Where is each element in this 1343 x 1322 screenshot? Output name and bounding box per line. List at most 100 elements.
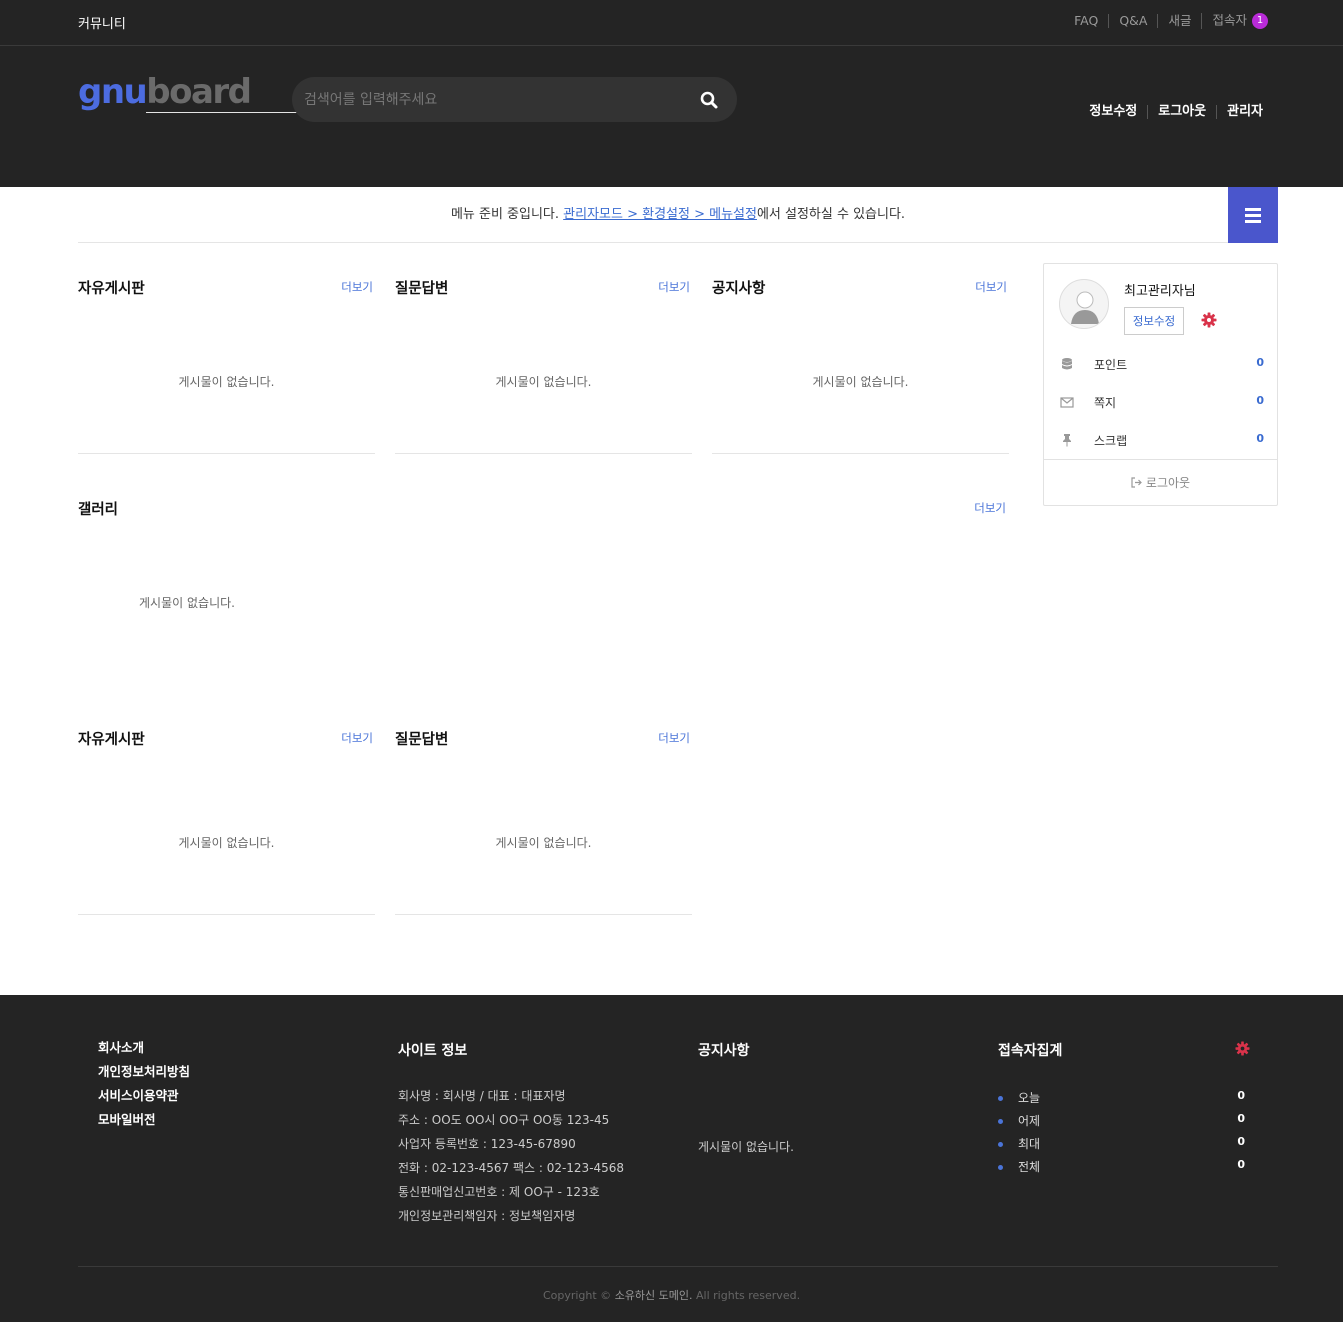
database-icon xyxy=(1062,358,1072,370)
visitor-value: 0 xyxy=(1237,1089,1245,1102)
notice-suffix: 에서 설정하실 수 있습니다. xyxy=(756,207,906,222)
board-notice: 공지사항 더보기 게시물이 없습니다. xyxy=(712,277,1009,454)
visitor-value: 0 xyxy=(1237,1112,1245,1125)
bullet-icon xyxy=(998,1165,1003,1170)
qa-link[interactable]: Q&A xyxy=(1108,14,1157,28)
profile-row-points[interactable]: 포인트 0 xyxy=(1060,354,1264,374)
visitor-label: 어제 xyxy=(1018,1114,1041,1128)
hamburger-icon-mid xyxy=(1245,214,1261,217)
search-input[interactable] xyxy=(304,77,684,122)
admin-link[interactable]: 관리자 xyxy=(1216,105,1273,119)
empty-message: 게시물이 없습니다. xyxy=(139,596,235,610)
more-link[interactable]: 더보기 xyxy=(974,500,1006,516)
board-qa: 질문답변 더보기 게시물이 없습니다. xyxy=(395,277,692,454)
privacy-policy-link[interactable]: 개인정보처리방침 xyxy=(98,1064,190,1079)
footer-links: 회사소개 개인정보처리방침 서비스이용약관 모바일버전 xyxy=(98,1036,190,1132)
edit-info-link[interactable]: 정보수정 xyxy=(1079,105,1147,119)
more-link[interactable]: 더보기 xyxy=(341,730,373,746)
footer-notice: 공지사항 xyxy=(698,1040,750,1060)
profile-name: 최고관리자님 xyxy=(1124,284,1196,299)
board-free: 자유게시판 더보기 게시물이 없습니다. xyxy=(78,277,375,454)
notice-prefix: 메뉴 준비 중입니다. xyxy=(450,207,564,222)
site-info-line: 개인정보관리책임자 : 정보책임자명 xyxy=(398,1209,576,1223)
profile-box: 최고관리자님 정보수정 포인트 0 쪽지 0 스크랩 0 로그아웃 xyxy=(1043,263,1278,506)
board-title[interactable]: 공지사항 xyxy=(712,277,765,298)
board-qa-2: 질문답변 더보기 게시물이 없습니다. xyxy=(395,728,692,915)
board-title[interactable]: 자유게시판 xyxy=(78,728,145,749)
profile-row-scrap[interactable]: 스크랩 0 xyxy=(1060,430,1264,450)
more-link[interactable]: 더보기 xyxy=(658,730,690,746)
board-free-2: 자유게시판 더보기 게시물이 없습니다. xyxy=(78,728,375,915)
header: gnuboard 정보수정 로그아웃 관리자 xyxy=(0,46,1343,187)
community-link[interactable]: 커뮤니티 xyxy=(78,13,126,32)
site-info-line: 전화 : 02-123-4567 팩스 : 02-123-4568 xyxy=(398,1161,625,1175)
profile-row-label: 스크랩 xyxy=(1094,434,1128,448)
pin-icon xyxy=(1063,434,1071,447)
user-avatar-icon xyxy=(1071,291,1099,324)
search-icon[interactable] xyxy=(699,90,719,110)
profile-row-memo[interactable]: 쪽지 0 xyxy=(1060,392,1264,412)
profile-row-label: 쪽지 xyxy=(1094,396,1117,410)
empty-message: 게시물이 없습니다. xyxy=(495,375,592,389)
envelope-icon xyxy=(1060,397,1074,408)
visitor-value: 0 xyxy=(1237,1158,1245,1171)
empty-message: 게시물이 없습니다. xyxy=(495,836,592,850)
profile-edit-button[interactable]: 정보수정 xyxy=(1124,307,1184,335)
gear-icon[interactable] xyxy=(1201,312,1217,328)
menu-settings-link[interactable]: 관리자모드 > 환경설정 > 메뉴설정 xyxy=(563,207,757,222)
board-title[interactable]: 자유게시판 xyxy=(78,277,145,298)
visitors-label: 접속자 xyxy=(1212,12,1247,28)
more-link[interactable]: 더보기 xyxy=(975,279,1007,295)
site-info-line: 회사명 : 회사명 / 대표 : 대표자명 xyxy=(398,1089,566,1103)
empty-message: 게시물이 없습니다. xyxy=(178,836,275,850)
header-user-links: 정보수정 로그아웃 관리자 xyxy=(1079,105,1273,119)
board-title[interactable]: 질문답변 xyxy=(395,728,448,749)
copyright-domain: 소유하신 도메인. xyxy=(614,1289,693,1302)
terms-link[interactable]: 서비스이용약관 xyxy=(98,1088,179,1103)
site-info-title: 사이트 정보 xyxy=(398,1043,468,1059)
footer: 회사소개 개인정보처리방침 서비스이용약관 모바일버전 사이트 정보 회사명 :… xyxy=(0,995,1343,1322)
new-posts-link[interactable]: 새글 xyxy=(1157,14,1201,28)
copyright: Copyright © 소유하신 도메인. All rights reserve… xyxy=(0,1287,1343,1303)
visitors-link[interactable]: 접속자 1 xyxy=(1201,13,1278,29)
search-box xyxy=(292,77,737,122)
empty-message: 게시물이 없습니다. xyxy=(178,375,275,389)
footer-notice-title[interactable]: 공지사항 xyxy=(698,1043,750,1059)
mobile-version-link[interactable]: 모바일버전 xyxy=(98,1112,156,1127)
visitor-count-badge: 1 xyxy=(1252,13,1268,29)
hamburger-menu-button[interactable] xyxy=(1228,187,1278,243)
bullet-icon xyxy=(998,1142,1003,1147)
top-links: FAQ Q&A 새글 접속자 1 xyxy=(1064,13,1278,29)
site-info-line: 주소 : OO도 OO시 OO구 OO동 123-45 xyxy=(398,1113,610,1127)
visitor-label: 최대 xyxy=(1018,1137,1041,1151)
menu-notice-bar: 메뉴 준비 중입니다. 관리자모드 > 환경설정 > 메뉴설정에서 설정하실 수… xyxy=(78,187,1278,243)
bullet-icon xyxy=(998,1096,1003,1101)
top-bar: 커뮤니티 FAQ Q&A 새글 접속자 1 xyxy=(0,0,1343,46)
gnuboard-logo[interactable]: gnu board xyxy=(78,72,444,113)
visitor-stats: 접속자집계 xyxy=(998,1040,1062,1060)
board-gallery: 갤러리 더보기 게시물이 없습니다. xyxy=(78,498,1008,658)
more-link[interactable]: 더보기 xyxy=(341,279,373,295)
faq-link[interactable]: FAQ xyxy=(1064,14,1108,28)
visitor-label: 오늘 xyxy=(1018,1091,1041,1105)
more-link[interactable]: 더보기 xyxy=(658,279,690,295)
empty-message: 게시물이 없습니다. xyxy=(812,375,909,389)
board-title[interactable]: 갤러리 xyxy=(78,498,118,519)
sign-out-icon xyxy=(1131,477,1142,488)
visitor-label: 전체 xyxy=(1018,1160,1041,1174)
footer-notice-empty: 게시물이 없습니다. xyxy=(698,1140,794,1154)
profile-logout-button[interactable]: 로그아웃 xyxy=(1044,459,1277,505)
logout-link[interactable]: 로그아웃 xyxy=(1147,105,1216,119)
site-info-list: 회사명 : 회사명 / 대표 : 대표자명 주소 : OO도 OO시 OO구 O… xyxy=(398,1084,624,1228)
hamburger-icon xyxy=(1245,208,1261,211)
copyright-prefix: Copyright © xyxy=(542,1289,615,1302)
company-intro-link[interactable]: 회사소개 xyxy=(98,1040,144,1055)
footer-divider xyxy=(78,1266,1278,1267)
profile-row-value: 0 xyxy=(1256,432,1264,445)
board-title[interactable]: 질문답변 xyxy=(395,277,448,298)
gear-icon[interactable] xyxy=(1235,1041,1250,1056)
copyright-suffix: All rights reserved. xyxy=(692,1289,801,1302)
profile-row-value: 0 xyxy=(1256,394,1264,407)
site-info-line: 통신판매업신고번호 : 제 OO구 - 123호 xyxy=(398,1185,600,1199)
logout-label: 로그아웃 xyxy=(1145,476,1191,490)
